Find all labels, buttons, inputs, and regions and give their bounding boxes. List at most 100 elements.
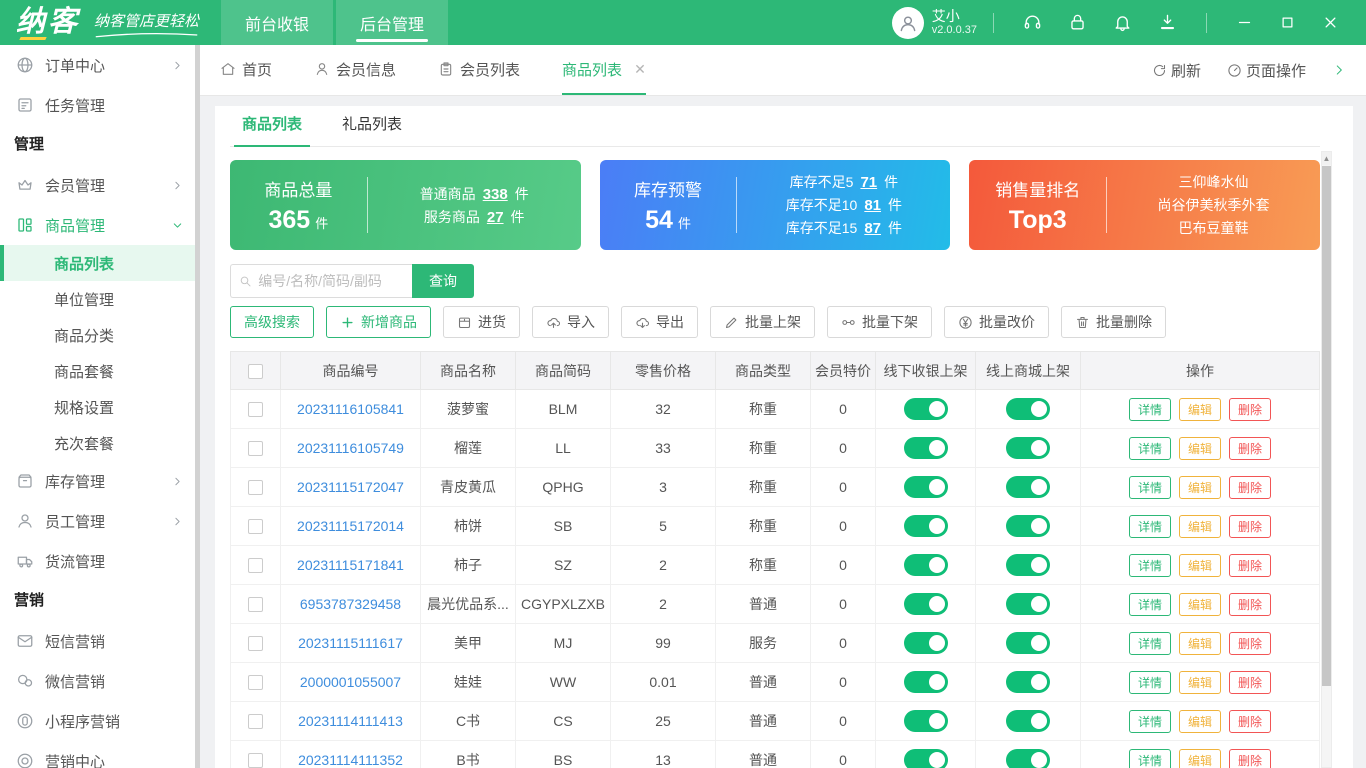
sidebar-item-logistics-management[interactable]: 货流管理: [0, 541, 200, 581]
delete-button[interactable]: 删除: [1229, 397, 1272, 421]
delete-button[interactable]: 删除: [1229, 514, 1272, 538]
offline-shelf-toggle[interactable]: [903, 710, 948, 732]
row-checkbox[interactable]: [248, 480, 263, 496]
batch-reprice-button[interactable]: 批量改价: [944, 306, 1049, 338]
sidebar-item-sms-marketing[interactable]: 短信营销: [0, 621, 200, 661]
sidebar-item-staff-management[interactable]: 员工管理: [0, 501, 200, 541]
offline-shelf-toggle[interactable]: [903, 671, 948, 693]
online-shelf-toggle[interactable]: [1006, 671, 1050, 693]
online-shelf-toggle[interactable]: [1006, 398, 1050, 420]
sidebar-subitem-recharge-combo[interactable]: 充次套餐: [0, 425, 200, 461]
offline-shelf-toggle[interactable]: [903, 749, 948, 768]
row-checkbox[interactable]: [248, 675, 263, 691]
delete-button[interactable]: 删除: [1229, 592, 1272, 616]
topbar-tab-front-cashier[interactable]: 前台收银: [221, 0, 334, 45]
detail-button[interactable]: 详情: [1128, 553, 1171, 577]
detail-button[interactable]: 详情: [1128, 397, 1171, 421]
sidebar-subitem-product-category[interactable]: 商品分类: [0, 317, 200, 353]
sidebar-item-product-management[interactable]: 商品管理: [0, 205, 200, 245]
panel-tab-product-list[interactable]: 商品列表: [233, 113, 311, 147]
online-shelf-toggle[interactable]: [1006, 593, 1050, 615]
product-code-link[interactable]: 20231114111413: [298, 713, 403, 729]
sidebar-subitem-product-list[interactable]: 商品列表: [0, 245, 200, 281]
detail-button[interactable]: 详情: [1128, 709, 1171, 733]
detail-button[interactable]: 详情: [1128, 514, 1171, 538]
sidebar-subitem-unit-management[interactable]: 单位管理: [0, 281, 200, 317]
delete-button[interactable]: 删除: [1229, 475, 1272, 499]
row-checkbox[interactable]: [248, 519, 263, 535]
edit-button[interactable]: 编辑: [1178, 475, 1221, 499]
row-checkbox[interactable]: [248, 636, 263, 652]
detail-button[interactable]: 详情: [1128, 475, 1171, 499]
row-checkbox[interactable]: [248, 597, 263, 613]
purchase-button[interactable]: 进货: [443, 306, 520, 338]
sidebar-item-miniprogram-marketing[interactable]: 小程序营销: [0, 701, 200, 741]
sidebar-subitem-product-combo[interactable]: 商品套餐: [0, 353, 200, 389]
sidebar-item-member-management[interactable]: 会员管理: [0, 165, 200, 205]
search-button[interactable]: 查询: [412, 264, 474, 298]
stat-number-link[interactable]: 71: [860, 174, 877, 191]
offline-shelf-toggle[interactable]: [903, 593, 948, 615]
maximize-button[interactable]: [1280, 15, 1295, 30]
online-shelf-toggle[interactable]: [1006, 476, 1050, 498]
export-button[interactable]: 导出: [621, 306, 698, 338]
minimize-button[interactable]: [1237, 15, 1252, 30]
offline-shelf-toggle[interactable]: [903, 398, 948, 420]
avatar[interactable]: [891, 6, 924, 39]
stat-number-link[interactable]: 338: [483, 186, 508, 203]
sidebar-scrollbar[interactable]: [195, 45, 200, 768]
edit-button[interactable]: 编辑: [1178, 748, 1221, 768]
detail-button[interactable]: 详情: [1128, 670, 1171, 694]
offline-shelf-toggle[interactable]: [903, 437, 948, 459]
open-tab-member-info[interactable]: 会员信息: [314, 45, 396, 95]
detail-button[interactable]: 详情: [1128, 631, 1171, 655]
offline-shelf-toggle[interactable]: [903, 554, 948, 576]
open-tab-member-list[interactable]: 会员列表: [438, 45, 520, 95]
batch-on-shelf-button[interactable]: 批量上架: [710, 306, 815, 338]
sidebar-subitem-spec-settings[interactable]: 规格设置: [0, 389, 200, 425]
online-shelf-toggle[interactable]: [1006, 632, 1050, 654]
edit-button[interactable]: 编辑: [1178, 592, 1221, 616]
detail-button[interactable]: 详情: [1128, 436, 1171, 460]
product-code-link[interactable]: 20231115111617: [298, 635, 403, 651]
open-tab-product-list[interactable]: 商品列表 ✕: [562, 45, 646, 95]
offline-shelf-toggle[interactable]: [903, 476, 948, 498]
row-checkbox[interactable]: [248, 441, 263, 457]
batch-off-shelf-button[interactable]: 批量下架: [827, 306, 932, 338]
edit-button[interactable]: 编辑: [1178, 514, 1221, 538]
product-code-link[interactable]: 20231116105749: [297, 440, 404, 456]
select-all-checkbox[interactable]: [248, 363, 263, 379]
panel-scrollbar[interactable]: ▲: [1321, 151, 1332, 768]
customer-service-icon[interactable]: [1023, 13, 1042, 32]
page-actions-button[interactable]: 页面操作: [1227, 60, 1306, 81]
sidebar-item-inventory-management[interactable]: 库存管理: [0, 461, 200, 501]
product-code-link[interactable]: 20231115172014: [297, 518, 404, 534]
delete-button[interactable]: 删除: [1229, 553, 1272, 577]
product-code-link[interactable]: 20231116105841: [297, 401, 404, 417]
row-checkbox[interactable]: [248, 558, 263, 574]
offline-shelf-toggle[interactable]: [903, 632, 948, 654]
panel-tab-gift-list[interactable]: 礼品列表: [342, 113, 402, 146]
sidebar-item-marketing-center[interactable]: 营销中心: [0, 741, 200, 768]
sidebar-item-wechat-marketing[interactable]: 微信营销: [0, 661, 200, 701]
delete-button[interactable]: 删除: [1229, 670, 1272, 694]
delete-button[interactable]: 删除: [1229, 709, 1272, 733]
online-shelf-toggle[interactable]: [1006, 515, 1050, 537]
search-input[interactable]: [258, 273, 404, 289]
tabbar-expand-icon[interactable]: [1332, 63, 1346, 77]
bell-icon[interactable]: [1113, 13, 1132, 32]
open-tab-home[interactable]: 首页: [220, 45, 272, 95]
sidebar-item-order-center[interactable]: 订单中心: [0, 45, 200, 85]
edit-button[interactable]: 编辑: [1178, 670, 1221, 694]
edit-button[interactable]: 编辑: [1178, 553, 1221, 577]
add-product-button[interactable]: 新增商品: [326, 306, 431, 338]
stat-number-link[interactable]: 81: [864, 197, 881, 214]
batch-delete-button[interactable]: 批量删除: [1061, 306, 1166, 338]
import-button[interactable]: 导入: [532, 306, 609, 338]
product-code-link[interactable]: 20231115171841: [297, 557, 404, 573]
stat-number-link[interactable]: 87: [864, 220, 881, 237]
edit-button[interactable]: 编辑: [1178, 436, 1221, 460]
detail-button[interactable]: 详情: [1128, 748, 1171, 768]
row-checkbox[interactable]: [248, 753, 263, 768]
delete-button[interactable]: 删除: [1229, 631, 1272, 655]
